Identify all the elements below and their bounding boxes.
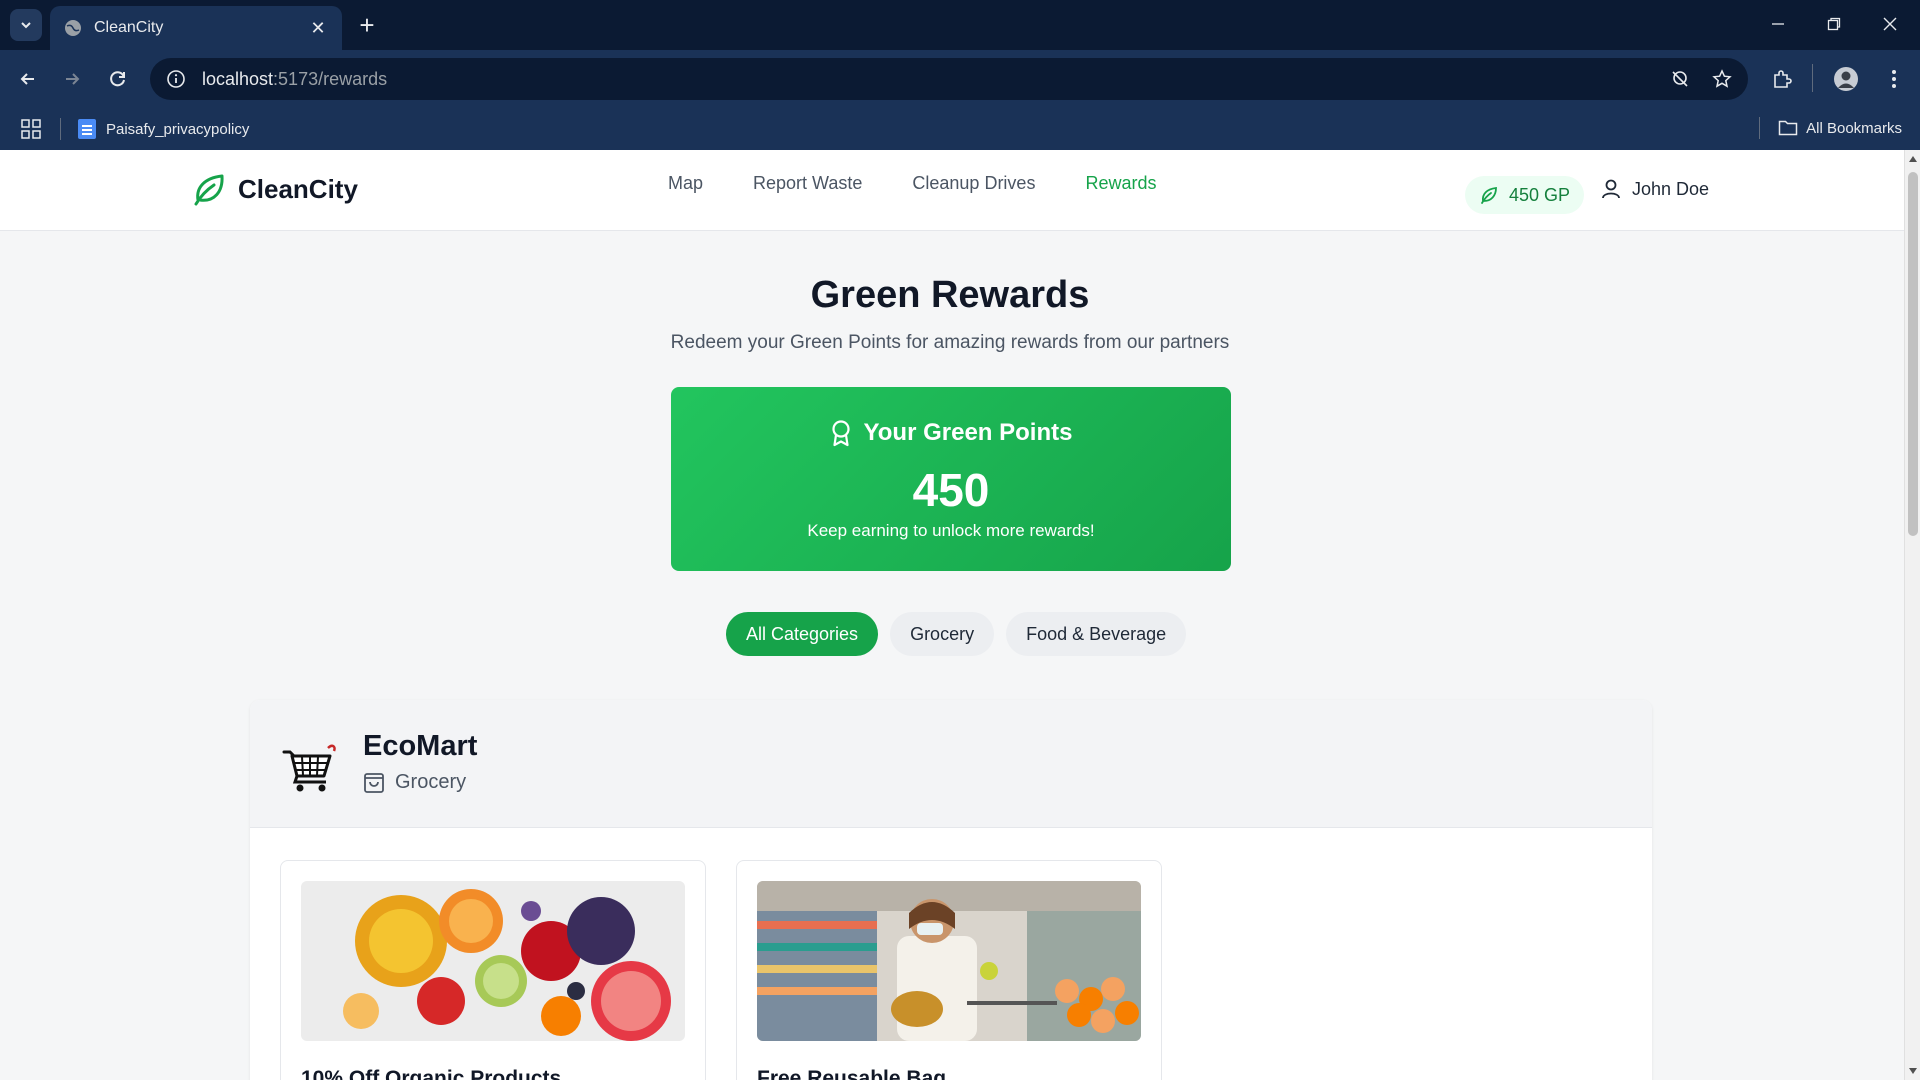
- app-navbar: CleanCity Map Report Waste Cleanup Drive…: [0, 150, 1904, 231]
- leaf-icon: [1481, 186, 1497, 204]
- scroll-down-arrow-icon[interactable]: [1909, 1068, 1917, 1074]
- apps-grid-icon[interactable]: [20, 118, 42, 140]
- brand-name: CleanCity: [238, 173, 358, 204]
- browser-tab[interactable]: CleanCity ✕: [50, 6, 342, 50]
- partner-category-label: Grocery: [395, 770, 467, 793]
- brand-logo-link[interactable]: CleanCity: [190, 170, 358, 208]
- category-filters: All Categories Grocery Food & Beverage: [726, 612, 1187, 656]
- minimize-button[interactable]: [1750, 8, 1806, 40]
- award-icon: [831, 420, 850, 447]
- minimize-icon: [1772, 23, 1784, 25]
- url-text: localhost:5173/rewards: [202, 68, 388, 89]
- nav-link-cleanup-drives[interactable]: Cleanup Drives: [912, 173, 1035, 194]
- nav-link-map[interactable]: Map: [668, 173, 703, 194]
- folder-icon: [1778, 120, 1798, 136]
- close-icon: [1883, 17, 1897, 31]
- points-card-heading: Your Green Points: [671, 419, 1231, 447]
- reward-title: Free Reusable Bag: [757, 1067, 947, 1080]
- scrollbar-thumb[interactable]: [1908, 172, 1918, 536]
- bookmarks-divider: [60, 118, 61, 140]
- page-scrollbar[interactable]: [1904, 150, 1920, 1080]
- reward-card[interactable]: 10% Off Organic Products: [280, 860, 706, 1080]
- browser-toolbar: localhost:5173/rewards: [0, 50, 1920, 108]
- points-pill-text: 450 GP: [1509, 184, 1571, 205]
- bookmarks-divider: [1759, 117, 1761, 139]
- filter-all-categories[interactable]: All Categories: [726, 612, 879, 656]
- all-bookmarks-label: All Bookmarks: [1806, 119, 1902, 137]
- filter-grocery[interactable]: Grocery: [890, 612, 995, 656]
- avatar: [1834, 67, 1858, 91]
- partner-name: EcoMart: [363, 730, 478, 762]
- browser-menu-button[interactable]: [1878, 63, 1910, 95]
- restore-icon: [1827, 17, 1841, 31]
- nav-link-rewards[interactable]: Rewards: [1085, 173, 1156, 194]
- user-menu[interactable]: John Doe: [1600, 178, 1709, 200]
- shopping-cart-icon: [282, 744, 336, 792]
- arrow-left-icon: [20, 73, 34, 85]
- more-vertical-icon: [1892, 70, 1896, 88]
- toolbar-divider: [1812, 64, 1813, 92]
- user-icon: [1602, 179, 1620, 199]
- document-icon: [78, 119, 96, 139]
- bookmark-star-icon[interactable]: [1710, 67, 1734, 91]
- arrow-right-icon: [66, 73, 80, 85]
- globe-icon: [65, 20, 81, 36]
- green-points-badge: 450 GP: [1465, 176, 1585, 214]
- shopping-bag-icon: [364, 773, 384, 793]
- all-bookmarks-button[interactable]: All Bookmarks: [1759, 117, 1902, 139]
- partner-card: EcoMart Grocery 10% Off Organic Products…: [250, 700, 1652, 1080]
- address-bar[interactable]: localhost:5173/rewards: [150, 58, 1748, 100]
- user-name: John Doe: [1632, 178, 1710, 199]
- grocery-shopper-image: [757, 881, 1141, 1041]
- tab-title: CleanCity: [94, 19, 164, 36]
- filter-food-beverage[interactable]: Food & Beverage: [1006, 612, 1187, 656]
- new-tab-button[interactable]: +: [354, 12, 380, 38]
- restore-button[interactable]: [1806, 8, 1862, 40]
- main-nav: Map Report Waste Cleanup Drives Rewards: [668, 173, 1156, 194]
- tab-search-button[interactable]: [10, 9, 42, 41]
- browser-tab-strip: CleanCity ✕ +: [0, 0, 1920, 50]
- puzzle-icon: [1774, 70, 1792, 88]
- reload-button[interactable]: [102, 63, 134, 95]
- points-card-title: Your Green Points: [863, 419, 1073, 446]
- scroll-up-arrow-icon[interactable]: [1909, 156, 1917, 162]
- bookmark-label: Paisafy_privacypolicy: [106, 120, 250, 138]
- extensions-button[interactable]: [1766, 63, 1798, 95]
- partner-category: Grocery: [363, 770, 466, 794]
- points-value: 450: [912, 464, 990, 516]
- page-subtitle: Redeem your Green Points for amazing rew…: [670, 332, 1230, 353]
- bookmarks-bar: Paisafy_privacypolicy All Bookmarks: [0, 108, 1920, 150]
- chevron-down-icon: [21, 22, 31, 29]
- fruit-platter-image: [301, 881, 685, 1041]
- close-window-button[interactable]: [1862, 8, 1918, 40]
- forward-button[interactable]: [56, 63, 88, 95]
- tracking-protection-icon[interactable]: [1668, 67, 1692, 91]
- reward-card[interactable]: Free Reusable Bag: [736, 860, 1162, 1080]
- bookmark-item[interactable]: Paisafy_privacypolicy: [78, 117, 249, 141]
- back-button[interactable]: [12, 63, 44, 95]
- points-note: Keep earning to unlock more rewards!: [807, 521, 1095, 540]
- page-viewport: CleanCity Map Report Waste Cleanup Drive…: [0, 150, 1920, 1080]
- reload-icon: [110, 71, 125, 87]
- green-points-card: Your Green Points 450 Keep earning to un…: [671, 387, 1231, 571]
- reward-title: 10% Off Organic Products: [301, 1067, 562, 1080]
- site-info-icon[interactable]: [164, 67, 188, 91]
- profile-button[interactable]: [1830, 63, 1862, 95]
- close-tab-icon[interactable]: ✕: [308, 18, 328, 38]
- nav-link-report-waste[interactable]: Report Waste: [753, 173, 862, 194]
- partner-header: EcoMart Grocery: [250, 700, 1652, 828]
- leaf-icon: [194, 174, 224, 206]
- page-title: Green Rewards: [810, 274, 1090, 316]
